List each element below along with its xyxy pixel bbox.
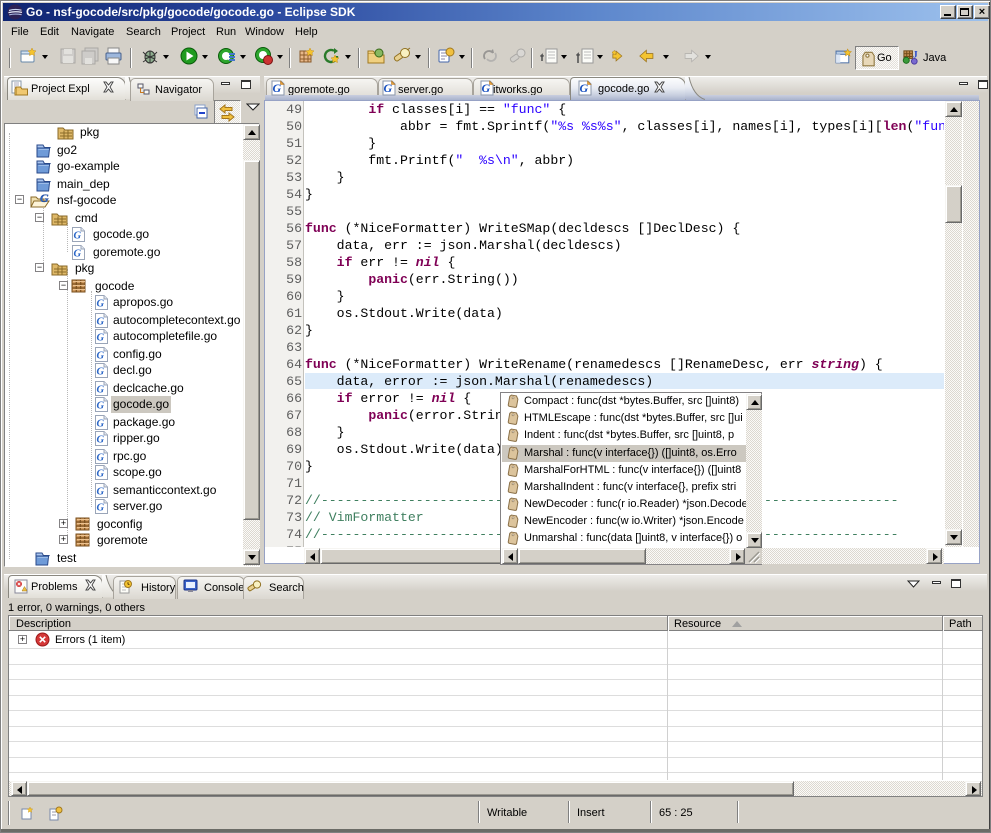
svg-text:G: G <box>97 385 105 396</box>
svg-text:G: G <box>580 81 589 95</box>
svg-text:G: G <box>97 367 105 378</box>
svg-text:G: G <box>97 503 105 514</box>
svg-text:G: G <box>40 192 49 205</box>
svg-text:G: G <box>97 487 105 498</box>
svg-text:G: G <box>97 333 105 344</box>
svg-text:G: G <box>97 401 105 412</box>
svg-text:G: G <box>97 435 105 446</box>
svg-text:J: J <box>913 50 918 60</box>
svg-text:G: G <box>482 81 491 95</box>
svg-text:G: G <box>97 317 105 328</box>
svg-text:G: G <box>74 249 82 260</box>
svg-text:G: G <box>384 81 393 95</box>
svg-text:G: G <box>74 231 82 242</box>
svg-text:G: G <box>97 453 105 464</box>
svg-text:G: G <box>97 299 105 310</box>
svg-text:G: G <box>97 419 105 430</box>
svg-text:G: G <box>97 469 105 480</box>
svg-text:G: G <box>273 81 282 95</box>
svg-text:G: G <box>97 351 105 362</box>
